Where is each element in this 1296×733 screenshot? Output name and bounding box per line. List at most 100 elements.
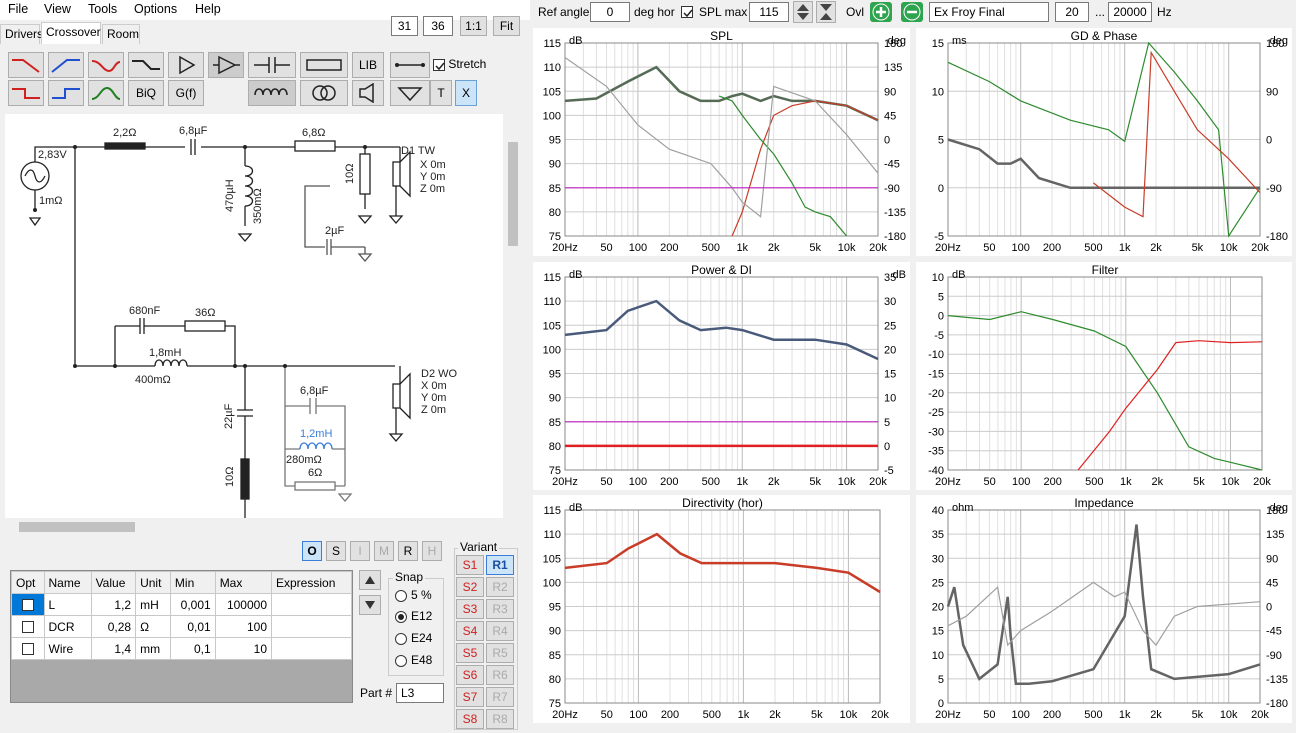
variant-r5-button[interactable]: R5 [486,643,514,663]
mode-r-button[interactable]: R [398,541,418,561]
power-di-chart-panel[interactable]: 115 110 105 100 95 90 85 80 75 35 30 25 20 15 10 5 0 -5 dB… [533,262,910,490]
driver-button[interactable] [352,80,384,106]
move-down-button[interactable] [359,595,381,615]
menu-file[interactable]: File [8,2,28,16]
row-value[interactable]: 1,4 [90,637,137,660]
opt-checkbox[interactable] [21,599,34,612]
collapse-button[interactable] [816,1,836,23]
impedance-chart-panel[interactable]: 40 35 30 25 20 15 10 5 0 180 135 90 45 0 -45 -90 -135 -18… [916,495,1292,723]
mode-h-button[interactable]: H [422,541,442,561]
tab-drivers[interactable]: Drivers [0,24,43,44]
variant-s7-button[interactable]: S7 [456,687,484,707]
snap-option-5pct[interactable]: 5 % [395,588,432,602]
row-expression[interactable] [271,615,352,638]
hscroll-thumb[interactable] [19,522,135,532]
row-max[interactable]: 10 [214,637,273,660]
row-value[interactable]: 1,2 [90,593,137,616]
zoom-fit-button[interactable]: Fit [493,16,520,36]
row-expression[interactable] [271,593,352,616]
table-row[interactable]: DCR 0,28 Ω 0,01 100 [11,615,352,638]
tab-room[interactable]: Room [102,24,140,44]
opt-checkbox[interactable] [21,621,34,634]
highpass2-button[interactable] [48,80,84,106]
ground-button[interactable] [390,80,430,106]
snap-option-e12[interactable]: E12 [395,609,432,623]
biquad-button[interactable]: BiQ [128,80,164,106]
stretch-checkbox[interactable]: Stretch [433,57,486,71]
zoom-field-b[interactable]: 36 [423,16,453,36]
variant-s8-button[interactable]: S8 [456,709,484,729]
mode-s-button[interactable]: S [326,541,346,561]
variant-s5-button[interactable]: S5 [456,643,484,663]
gf-button[interactable]: G(f) [168,80,204,106]
library-button[interactable]: LIB [352,52,384,78]
menu-help[interactable]: Help [195,2,221,16]
wire-button[interactable] [390,52,430,78]
transformer-button[interactable] [300,80,348,106]
filter-chart-panel[interactable]: 10 5 0 -5 -10 -15 -20 -25 -30 -35 -40 dB Filter 20Hz 5… [916,262,1292,490]
zoom-1to1-button[interactable]: 1:1 [460,16,487,36]
remove-overlay-button[interactable] [901,2,923,22]
spl-max-checkbox[interactable] [681,4,693,18]
resistor-button[interactable] [300,52,348,78]
notch-red-button[interactable] [88,52,124,78]
schematic-canvas[interactable]: 2,83V 1mΩ 2,2Ω 6,8µF 6,8Ω 470µH 350mΩ 10… [5,114,503,519]
lowpass-red-button[interactable] [8,52,44,78]
t-button[interactable]: T [430,80,452,106]
inductor-button[interactable] [248,80,296,106]
menu-view[interactable]: View [44,2,71,16]
spl-max-field[interactable]: 115 [749,2,789,22]
variant-s1-button[interactable]: S1 [456,555,484,575]
row-max[interactable]: 100000 [214,593,273,616]
variant-r6-button[interactable]: R6 [486,665,514,685]
ref-angle-field[interactable]: 0 [590,2,630,22]
x-button[interactable]: X [455,80,477,106]
mode-m-button[interactable]: M [374,541,394,561]
variant-s3-button[interactable]: S3 [456,599,484,619]
row-min[interactable]: 0,01 [169,615,216,638]
row-max[interactable]: 100 [214,615,273,638]
move-up-button[interactable] [359,570,381,590]
variant-s6-button[interactable]: S6 [456,665,484,685]
shelf-button[interactable] [128,52,164,78]
amplifier-button[interactable] [168,52,204,78]
add-overlay-button[interactable] [870,2,892,22]
variant-r1-button[interactable]: R1 [486,555,514,575]
vscroll-thumb[interactable] [508,142,518,246]
overlay-name-field[interactable]: Ex Froy Final [929,2,1049,22]
opt-checkbox[interactable] [21,643,34,656]
variant-r8-button[interactable]: R8 [486,709,514,729]
schematic-hscrollbar[interactable] [5,520,503,534]
row-value[interactable]: 0,28 [90,615,137,638]
tab-crossover[interactable]: Crossover [41,22,101,44]
row-min[interactable]: 0,001 [169,593,216,616]
variant-r3-button[interactable]: R3 [486,599,514,619]
buffer-button[interactable] [208,52,244,78]
part-number-field[interactable]: L3 [396,683,444,703]
mode-i-button[interactable]: I [350,541,370,561]
table-row[interactable]: L 1,2 mH 0,001 100000 [11,593,352,616]
gd-phase-chart-panel[interactable]: 15 10 5 0 -5 180 90 0 -90 -180 deg ms GD & Phase 20Hz… [916,28,1292,256]
mode-o-button[interactable]: O [302,541,322,561]
spl-chart-panel[interactable]: 115 110 105 100 95 90 85 80 75 180 135 90 45 0 -45 -90-… [533,28,910,256]
directivity-chart-panel[interactable]: 115 110 105 100 95 90 85 80 75 dB Directivity (hor… [533,495,910,723]
table-row[interactable]: Wire 1,4 mm 0,1 10 [11,637,352,660]
menu-tools[interactable]: Tools [88,2,117,16]
row-min[interactable]: 0,1 [169,637,216,660]
schematic-vscrollbar[interactable] [506,114,520,518]
freq-low-field[interactable]: 20 [1055,2,1089,22]
variant-r4-button[interactable]: R4 [486,621,514,641]
capacitor-button[interactable] [248,52,296,78]
spin-updown-button[interactable] [793,1,813,23]
variant-r2-button[interactable]: R2 [486,577,514,597]
menu-options[interactable]: Options [134,2,177,16]
lowpass2-button[interactable] [8,80,44,106]
variant-s4-button[interactable]: S4 [456,621,484,641]
row-expression[interactable] [271,637,352,660]
freq-high-field[interactable]: 20000 [1108,2,1152,22]
snap-option-e48[interactable]: E48 [395,653,432,667]
variant-r7-button[interactable]: R7 [486,687,514,707]
bandpass-green-button[interactable] [88,80,124,106]
highpass-blue-button[interactable] [48,52,84,78]
zoom-field-a[interactable]: 31 [391,16,418,36]
